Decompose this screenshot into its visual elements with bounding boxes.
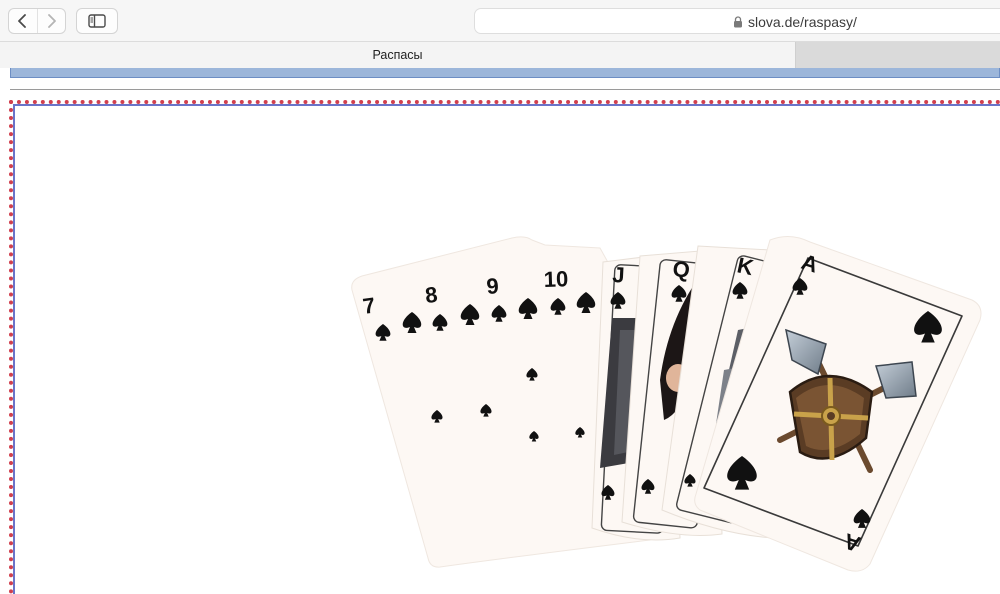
card-rank-10: 10 <box>543 266 568 292</box>
address-bar[interactable]: slova.de/raspasy/ <box>474 8 1000 34</box>
back-button[interactable] <box>9 9 37 33</box>
navigation-buttons <box>8 8 66 34</box>
playing-cards-fan-image: 7 8 9 10 J Q K AA <box>351 236 982 572</box>
lock-icon <box>734 16 742 28</box>
sidebar-toggle-button[interactable] <box>76 8 118 34</box>
browser-toolbar: slova.de/raspasy/ <box>0 0 1000 42</box>
card-rank-9: 9 <box>486 273 500 299</box>
url-text: slova.de/raspasy/ <box>748 14 857 30</box>
page-content: 7 8 9 10 J Q K A A <box>0 68 1000 594</box>
forward-button[interactable] <box>36 9 66 33</box>
chevron-right-icon <box>48 14 57 28</box>
chevron-left-icon <box>17 14 26 28</box>
tab-label: Распасы <box>372 48 423 62</box>
card-rank-J: J <box>612 262 626 288</box>
tab-bar: Распасы <box>0 42 1000 68</box>
sidebar-icon <box>88 14 106 28</box>
tab-empty[interactable] <box>795 42 1000 68</box>
card-rank-Q: Q <box>671 256 691 283</box>
card-rank-8: 8 <box>424 282 439 308</box>
tab-raspasy[interactable]: Распасы <box>0 42 795 68</box>
